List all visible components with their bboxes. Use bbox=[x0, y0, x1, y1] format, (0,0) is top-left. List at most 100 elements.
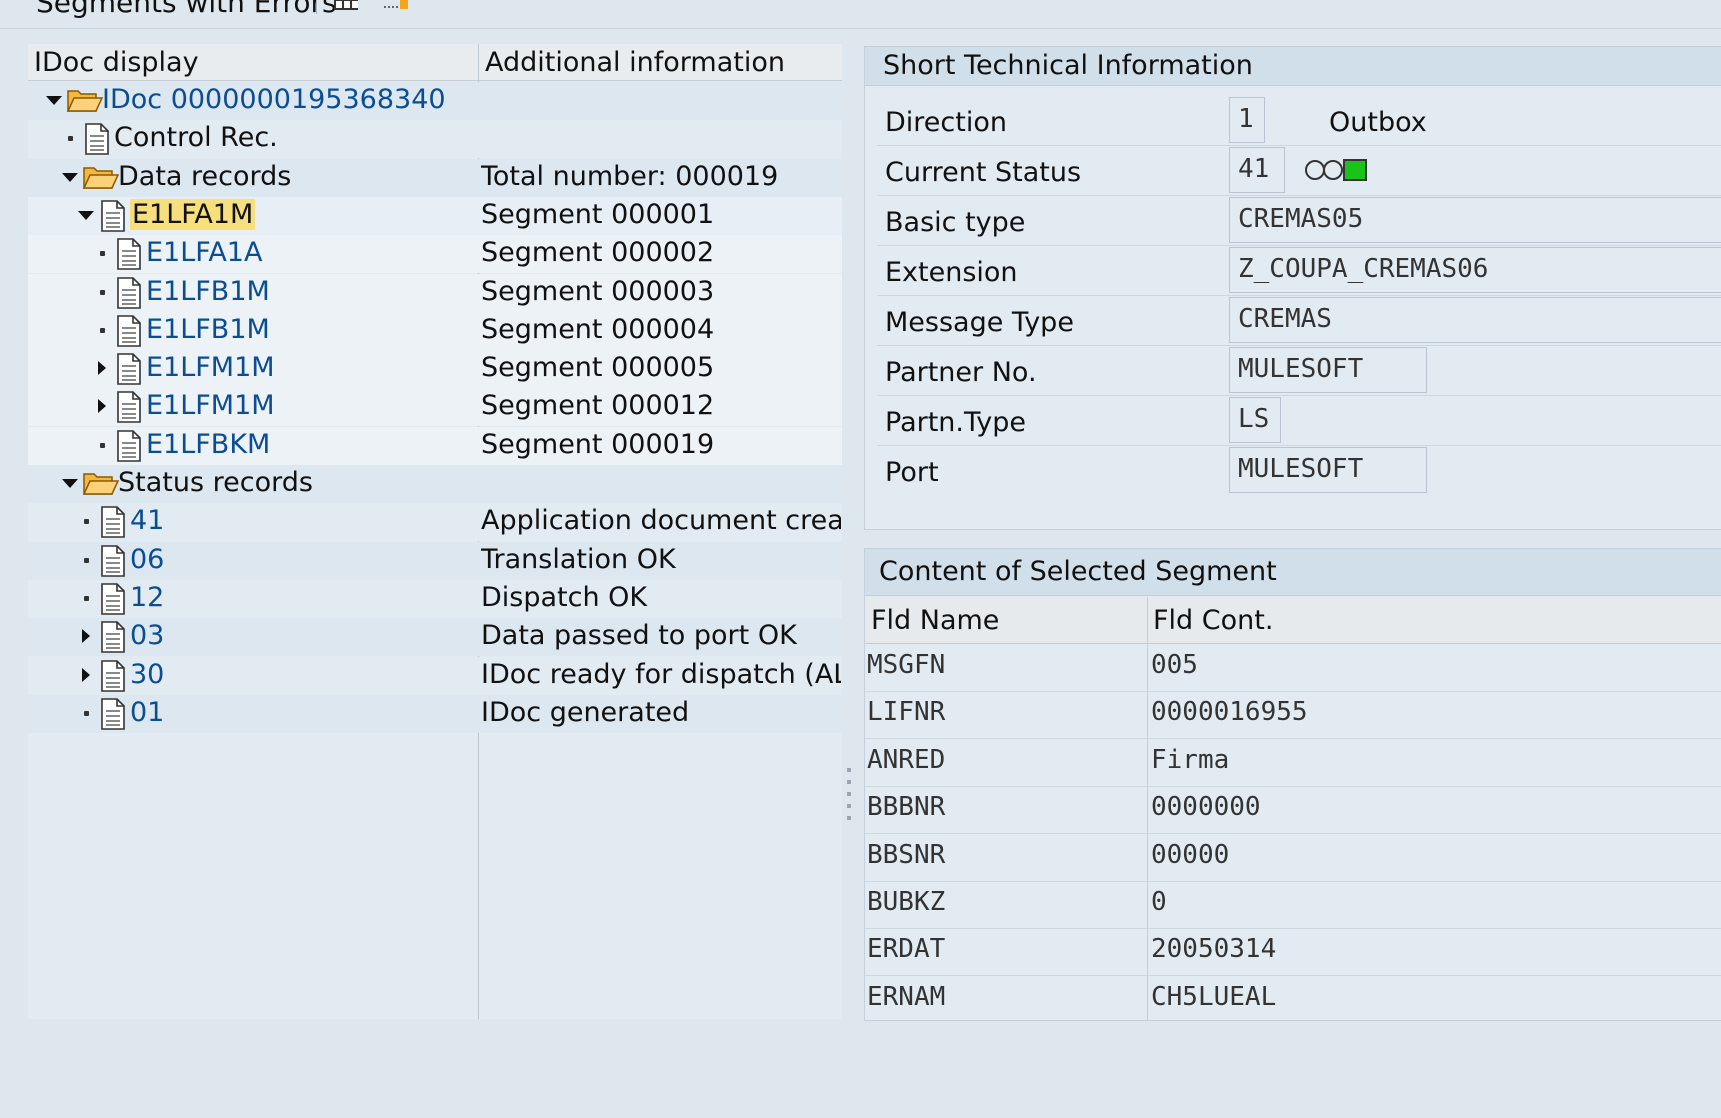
message-type-row: Message Type CREMAS bbox=[877, 297, 1721, 346]
tree-node-label[interactable]: 30 bbox=[130, 659, 164, 690]
field-content: 00000 bbox=[1151, 839, 1230, 870]
basic-type-value: CREMAS05 bbox=[1238, 204, 1364, 234]
tree-node-label[interactable]: IDoc 0000000195368340 bbox=[102, 84, 446, 115]
tree-node-label[interactable]: 41 bbox=[130, 505, 164, 536]
tree-node-info: Segment 000012 bbox=[481, 390, 715, 422]
splitter-handle[interactable] bbox=[846, 768, 852, 832]
document-icon bbox=[117, 276, 141, 309]
partner-no-field[interactable]: MULESOFT bbox=[1229, 347, 1427, 393]
direction-text: Outbox bbox=[1329, 107, 1427, 138]
segment-field-row[interactable]: LIFNR 0000016955 bbox=[865, 691, 1721, 740]
tree-col-idoc-display[interactable]: IDoc display bbox=[34, 47, 199, 78]
expand-triangle-icon[interactable] bbox=[98, 399, 106, 414]
expand-triangle-icon[interactable] bbox=[82, 667, 90, 682]
message-type-field[interactable]: CREMAS bbox=[1229, 297, 1721, 343]
segment-field-row[interactable]: ERDAT 20050314 bbox=[865, 928, 1721, 977]
tree-node-label[interactable]: 06 bbox=[130, 544, 164, 575]
segment-field-row[interactable]: BBSNR 00000 bbox=[865, 834, 1721, 882]
idoc-tree: IDoc display Additional information IDoc… bbox=[28, 44, 842, 1019]
leaf-bullet-icon bbox=[100, 289, 105, 295]
col-fld-name[interactable]: Fld Name bbox=[871, 605, 999, 636]
port-field[interactable]: MULESOFT bbox=[1229, 447, 1427, 493]
tree-row[interactable]: E1LFA1A Segment 000002 bbox=[28, 235, 842, 274]
tree-node-label[interactable]: E1LFB1M bbox=[146, 314, 270, 345]
tree-row[interactable]: Status records bbox=[28, 465, 842, 503]
field-name: LIFNR bbox=[867, 697, 946, 728]
tree-node-label[interactable]: Status records bbox=[118, 467, 313, 498]
partner-type-value: LS bbox=[1238, 404, 1270, 434]
field-content: 20050314 bbox=[1151, 934, 1277, 965]
partner-no-label: Partner No. bbox=[885, 357, 1037, 388]
tree-row[interactable]: E1LFB1M Segment 000003 bbox=[28, 273, 842, 312]
tree-node-label[interactable]: E1LFM1M bbox=[146, 352, 275, 383]
collapse-triangle-icon[interactable] bbox=[46, 96, 62, 105]
tree-row[interactable]: Control Rec. bbox=[28, 120, 842, 159]
tree-node-info: Segment 000003 bbox=[481, 275, 715, 307]
segment-field-row[interactable]: MSGFN 005 bbox=[865, 644, 1721, 692]
tree-col-additional-info[interactable]: Additional information bbox=[485, 47, 785, 78]
tree-row[interactable]: E1LFB1M Segment 000004 bbox=[28, 311, 842, 350]
document-icon bbox=[101, 583, 125, 615]
partner-type-field[interactable]: LS bbox=[1229, 397, 1281, 443]
hierarchy-icon[interactable] bbox=[384, 0, 408, 10]
expand-triangle-icon[interactable] bbox=[98, 361, 106, 376]
table-icon[interactable] bbox=[334, 0, 358, 10]
current-status-row: Current Status 41 bbox=[877, 147, 1721, 196]
col-fld-cont[interactable]: Fld Cont. bbox=[1153, 605, 1273, 636]
port-row: Port MULESOFT bbox=[877, 447, 1721, 495]
direction-field[interactable]: 1 bbox=[1229, 97, 1265, 143]
tree-row[interactable]: 41 Application document created bbox=[28, 503, 842, 542]
segment-field-row[interactable]: ANRED Firma bbox=[865, 739, 1721, 787]
tree-row[interactable]: E1LFM1M Segment 000005 bbox=[28, 350, 842, 389]
tree-node-label[interactable]: Control Rec. bbox=[114, 122, 278, 153]
tree-node-label[interactable]: E1LFA1M bbox=[130, 198, 256, 230]
tree-row[interactable]: 03 Data passed to port OK bbox=[28, 618, 842, 657]
segment-field-row[interactable]: BUBKZ 0 bbox=[865, 881, 1721, 929]
tree-node-label[interactable]: 12 bbox=[130, 582, 164, 613]
basic-type-row: Basic type CREMAS05 bbox=[877, 197, 1721, 246]
panel-title: Short Technical Information bbox=[883, 50, 1253, 81]
tree-row[interactable]: E1LFA1M Segment 000001 bbox=[28, 196, 842, 235]
tree-node-label[interactable]: E1LFM1M bbox=[146, 390, 275, 421]
message-type-value: CREMAS bbox=[1238, 304, 1332, 334]
extension-row: Extension Z_COUPA_CREMAS06 bbox=[877, 247, 1721, 296]
tree-node-info: Dispatch OK bbox=[481, 581, 648, 613]
segment-field-row[interactable]: ERNAM CH5LUEAL bbox=[865, 976, 1721, 1020]
tree-node-label[interactable]: E1LFB1M bbox=[146, 276, 270, 307]
field-name: MSGFN bbox=[867, 650, 946, 680]
current-status-field[interactable]: 41 bbox=[1229, 147, 1285, 193]
collapse-triangle-icon[interactable] bbox=[62, 479, 78, 488]
tree-node-info: Segment 000002 bbox=[481, 237, 715, 269]
extension-field[interactable]: Z_COUPA_CREMAS06 bbox=[1229, 247, 1721, 293]
tree-row[interactable]: 01 IDoc generated bbox=[28, 694, 842, 733]
tree-row[interactable]: E1LFM1M Segment 000012 bbox=[28, 388, 842, 427]
tree-row[interactable]: IDoc 0000000195368340 bbox=[28, 82, 842, 120]
tree-row[interactable]: 12 Dispatch OK bbox=[28, 579, 842, 618]
tree-node-label[interactable]: 01 bbox=[130, 697, 164, 728]
document-icon bbox=[117, 429, 141, 462]
tree-row[interactable]: 30 IDoc ready for dispatch (ALE s bbox=[28, 656, 842, 695]
tree-node-info: Segment 000001 bbox=[481, 198, 715, 230]
field-content: 0 bbox=[1151, 887, 1167, 917]
tree-node-label[interactable]: Data records bbox=[118, 161, 291, 192]
expand-triangle-icon[interactable] bbox=[82, 629, 90, 644]
tree-node-info: Segment 000004 bbox=[481, 313, 715, 345]
basic-type-field[interactable]: CREMAS05 bbox=[1229, 197, 1721, 243]
collapse-triangle-icon[interactable] bbox=[78, 210, 94, 220]
tree-row[interactable]: Data records Total number: 000019 bbox=[28, 158, 842, 197]
field-name: BBBNR bbox=[867, 792, 946, 823]
tree-row[interactable]: 06 Translation OK bbox=[28, 541, 842, 580]
leaf-bullet-icon bbox=[84, 557, 89, 563]
toolbar-separator bbox=[316, 0, 317, 14]
tree-row[interactable]: E1LFBKM Segment 000019 bbox=[28, 426, 842, 465]
tree-node-label[interactable]: E1LFBKM bbox=[146, 429, 270, 460]
direction-label: Direction bbox=[885, 107, 1007, 138]
tree-node-info: Translation OK bbox=[481, 543, 676, 575]
panel-header: Short Technical Information bbox=[865, 47, 1721, 86]
traffic-light-icon bbox=[1305, 159, 1367, 181]
tree-node-label[interactable]: 03 bbox=[130, 620, 164, 651]
tree-node-label[interactable]: E1LFA1A bbox=[146, 237, 262, 268]
collapse-triangle-icon[interactable] bbox=[62, 172, 78, 182]
segment-field-row[interactable]: BBBNR 0000000 bbox=[865, 786, 1721, 835]
direction-value: 1 bbox=[1238, 104, 1254, 134]
